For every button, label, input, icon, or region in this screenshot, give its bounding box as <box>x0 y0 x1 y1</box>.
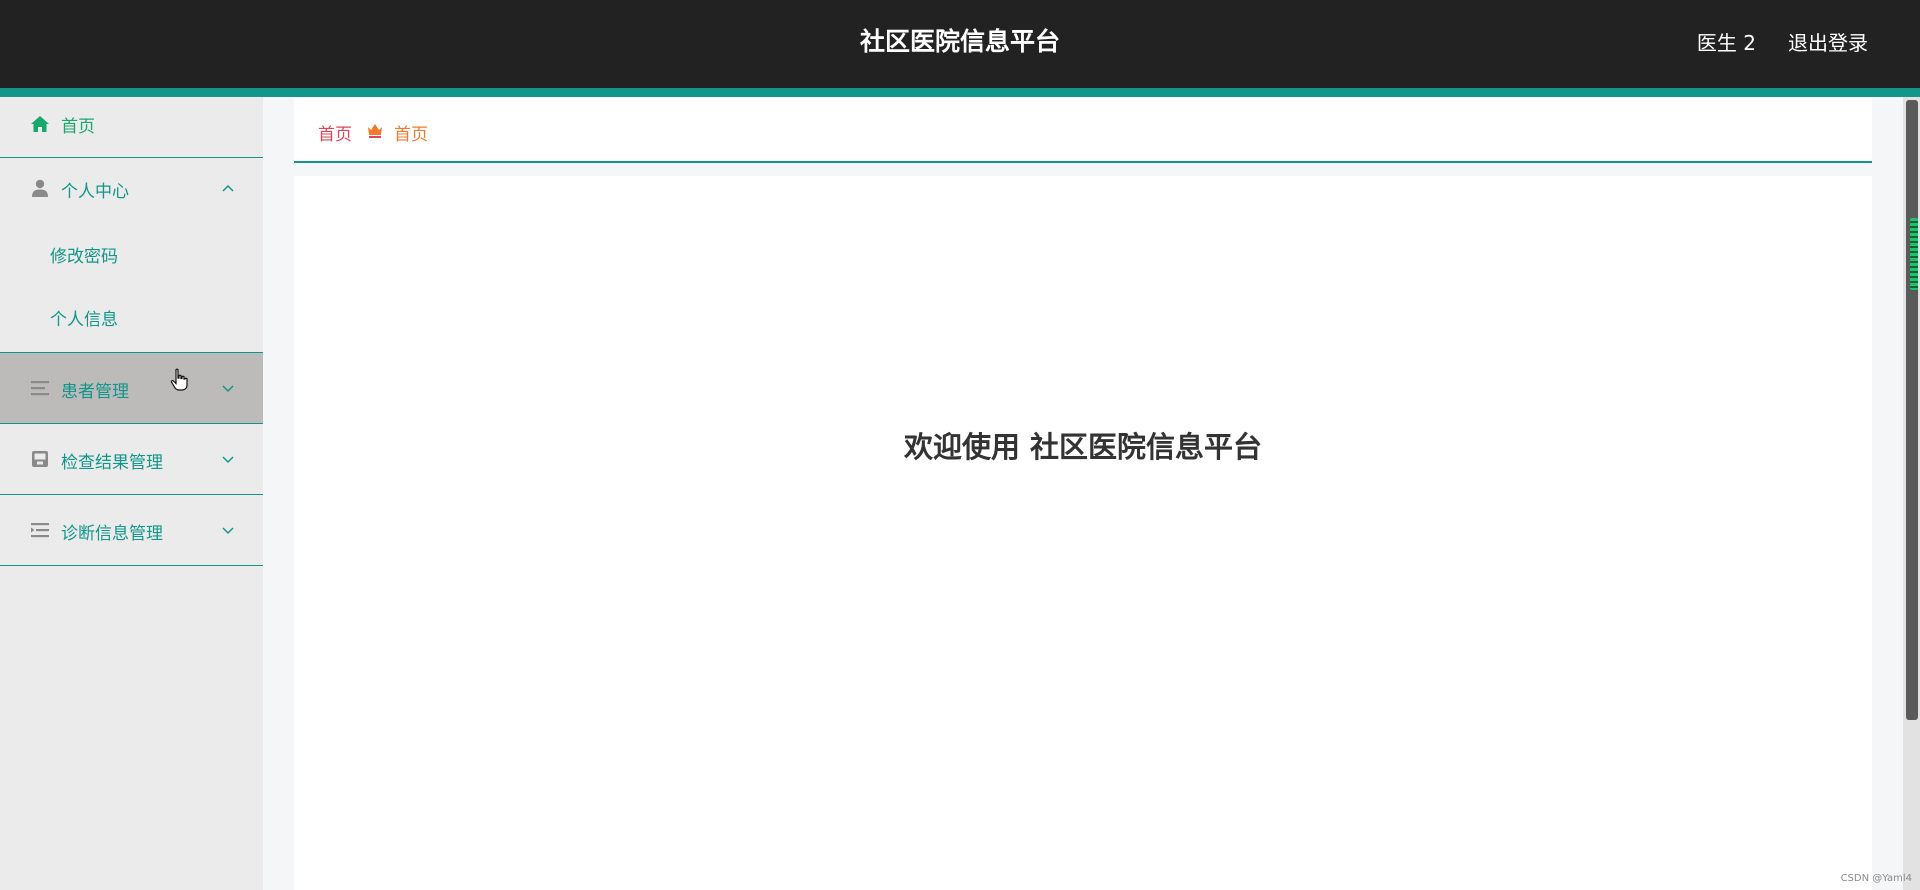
sidebar-item-home[interactable]: 首页 <box>0 97 263 157</box>
sidebar-item-label: 患者管理 <box>61 382 129 402</box>
chevron-up-icon[interactable] <box>221 183 235 193</box>
breadcrumb-current: 首页 <box>394 125 428 145</box>
crown-icon <box>368 124 382 138</box>
home-icon <box>31 116 49 132</box>
hand-cursor-icon <box>170 368 188 391</box>
list-icon <box>31 381 49 396</box>
top-header: 社区医院信息平台 医生 2 退出登录 <box>0 0 1920 88</box>
scrollbar-grip-icon[interactable] <box>1910 218 1918 290</box>
breadcrumb: 首页 首页 <box>294 97 1872 162</box>
chevron-down-icon[interactable] <box>221 525 235 535</box>
scrollbar-thumb[interactable] <box>1906 100 1918 720</box>
current-user: 医生 2 <box>1696 31 1756 55</box>
sidebar-item-personal-center[interactable]: 个人中心 <box>0 158 263 218</box>
sidebar-item-exam-results[interactable]: 检查结果管理 <box>0 424 263 494</box>
sidebar-item-diagnosis-info[interactable]: 诊断信息管理 <box>0 495 263 565</box>
sidebar-item-label: 检查结果管理 <box>61 453 163 473</box>
sidebar-item-label: 个人中心 <box>61 182 129 202</box>
chevron-down-icon[interactable] <box>221 454 235 464</box>
submenu-item-change-password[interactable]: 修改密码 <box>0 223 263 283</box>
submenu-item-label: 个人信息 <box>50 310 118 330</box>
app-title: 社区医院信息平台 <box>859 27 1060 56</box>
user-icon <box>32 179 48 197</box>
sidebar: 首页 个人中心 修改密码 个人信息 患者管理 检查结果管理 诊断信息管理 <box>0 97 263 890</box>
sidebar-item-label: 首页 <box>61 117 95 137</box>
logout-link[interactable]: 退出登录 <box>1788 27 1868 56</box>
sidebar-item-patient-management[interactable]: 患者管理 <box>0 353 263 423</box>
menu-divider <box>0 565 263 566</box>
indent-list-icon <box>31 523 49 538</box>
sidebar-item-label: 诊断信息管理 <box>61 524 163 544</box>
watermark: CSDN @Yaml4 <box>1840 873 1912 884</box>
submenu-item-label: 修改密码 <box>50 247 118 267</box>
welcome-message: 欢迎使用 社区医院信息平台 <box>903 430 1263 464</box>
submenu-item-personal-info[interactable]: 个人信息 <box>0 285 263 345</box>
chevron-down-icon[interactable] <box>221 383 235 393</box>
main-content: 欢迎使用 社区医院信息平台 <box>294 176 1872 890</box>
app-root: 社区医院信息平台 医生 2 退出登录 首页 个人中心 修改密码 个人信息 患者管… <box>0 0 1920 890</box>
breadcrumb-divider <box>294 161 1872 163</box>
inbox-icon <box>32 451 48 467</box>
breadcrumb-root-link[interactable]: 首页 <box>318 120 352 145</box>
header-accent-stripe <box>0 88 1920 97</box>
